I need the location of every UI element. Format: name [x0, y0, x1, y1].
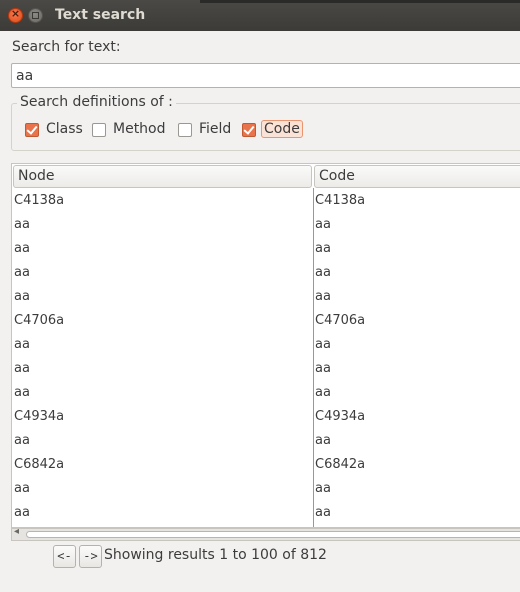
code-cell[interactable]: aa: [315, 477, 331, 501]
code-cell[interactable]: aa: [315, 501, 331, 525]
search-label: Search for text:: [12, 39, 121, 55]
node-cell[interactable]: aa: [14, 477, 30, 501]
minimize-window-button[interactable]: [28, 8, 43, 23]
title-bar: × Text search: [0, 0, 520, 31]
scroll-left-icon[interactable]: ◂: [14, 526, 19, 537]
node-cell[interactable]: C4706a: [14, 309, 64, 333]
code-cell[interactable]: C6842a: [315, 453, 365, 477]
code-cell[interactable]: aa: [315, 381, 331, 405]
class-checkbox-label[interactable]: Class: [46, 121, 83, 137]
code-cell[interactable]: C4138a: [315, 189, 365, 213]
method-checkbox[interactable]: [92, 123, 106, 137]
node-cell[interactable]: aa: [14, 381, 30, 405]
scrollbar-thumb[interactable]: [26, 531, 520, 538]
close-icon: ×: [10, 7, 21, 20]
node-cell[interactable]: aa: [14, 261, 30, 285]
node-cell[interactable]: aa: [14, 429, 30, 453]
results-table: Node Code C4138a C4138a aa aa aa aa aa aa aa aa C4…: [11, 163, 520, 528]
results-status: Showing results 1 to 100 of 812: [104, 547, 327, 563]
code-cell[interactable]: aa: [315, 333, 331, 357]
column-header-node[interactable]: Node: [13, 165, 312, 188]
search-definitions-legend: Search definitions of :: [17, 94, 176, 110]
code-checkbox-label[interactable]: Code: [261, 120, 303, 138]
minimize-icon: [32, 12, 39, 19]
node-cell[interactable]: aa: [14, 285, 30, 309]
code-cell[interactable]: C4706a: [315, 309, 365, 333]
code-checkbox[interactable]: [242, 123, 256, 137]
code-cell[interactable]: aa: [315, 261, 331, 285]
node-cell[interactable]: aa: [14, 333, 30, 357]
code-cell[interactable]: C4934a: [315, 405, 365, 429]
class-checkbox[interactable]: [25, 123, 39, 137]
previous-page-button[interactable]: <-: [53, 545, 76, 568]
column-divider: [313, 188, 314, 527]
code-cell[interactable]: aa: [315, 285, 331, 309]
node-cell[interactable]: aa: [14, 357, 30, 381]
field-checkbox-label[interactable]: Field: [199, 121, 231, 137]
next-page-button[interactable]: ->: [79, 545, 102, 568]
node-cell[interactable]: aa: [14, 237, 30, 261]
node-cell[interactable]: C4138a: [14, 189, 64, 213]
window-title: Text search: [55, 7, 146, 23]
node-cell[interactable]: aa: [14, 213, 30, 237]
title-bar-edge: [200, 0, 520, 3]
field-checkbox[interactable]: [178, 123, 192, 137]
code-cell[interactable]: aa: [315, 237, 331, 261]
search-input[interactable]: [11, 63, 520, 88]
node-cell[interactable]: C6842a: [14, 453, 64, 477]
code-cell[interactable]: aa: [315, 429, 331, 453]
horizontal-scrollbar[interactable]: ◂: [11, 526, 520, 541]
code-cell[interactable]: aa: [315, 213, 331, 237]
code-cell[interactable]: aa: [315, 357, 331, 381]
method-checkbox-label[interactable]: Method: [113, 121, 166, 137]
column-header-code[interactable]: Code: [314, 165, 520, 188]
node-cell[interactable]: C4934a: [14, 405, 64, 429]
node-cell[interactable]: aa: [14, 501, 30, 525]
close-window-button[interactable]: ×: [8, 7, 23, 23]
